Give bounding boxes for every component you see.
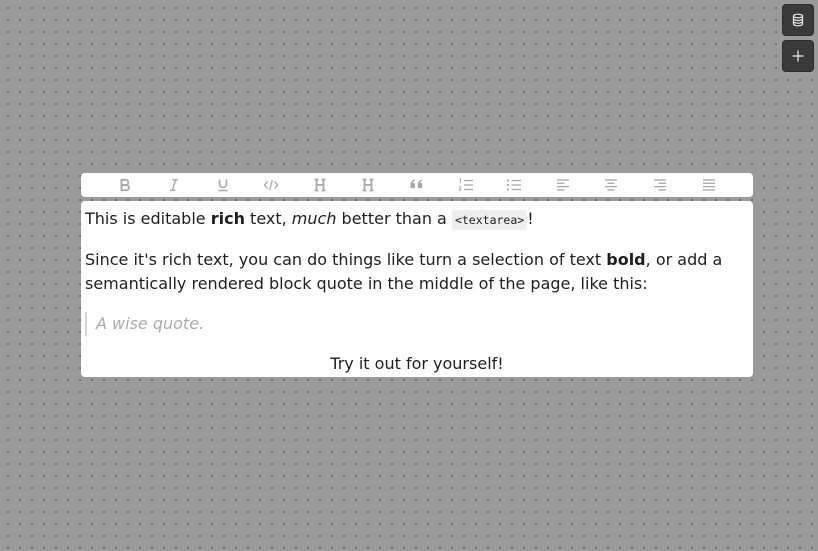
align-justify-button[interactable] <box>697 174 721 196</box>
align-center-button[interactable] <box>599 174 623 196</box>
bulleted-list-icon <box>506 178 522 192</box>
align-justify-icon <box>702 178 716 192</box>
heading-icon <box>361 178 375 192</box>
align-right-button[interactable] <box>648 174 672 196</box>
align-center-icon <box>604 178 618 192</box>
code-icon <box>263 178 279 192</box>
database-button[interactable] <box>782 4 814 36</box>
quote-icon <box>409 178 425 192</box>
text-segment: Since it's rich text, you can do things … <box>85 250 607 269</box>
heading-icon <box>313 178 327 192</box>
bold-text: bold <box>606 250 646 269</box>
formatting-toolbar <box>81 173 753 197</box>
align-left-button[interactable] <box>551 174 575 196</box>
underline-icon <box>216 178 230 192</box>
paragraph-intro: This is editable rich text, much better … <box>85 207 749 232</box>
align-right-icon <box>653 178 667 192</box>
text-segment: better than a <box>336 209 452 228</box>
italic-text: much <box>291 209 337 228</box>
heading-one-button[interactable] <box>308 174 332 196</box>
rich-text-editor[interactable]: This is editable rich text, much better … <box>81 201 753 377</box>
italic-button[interactable] <box>162 174 186 196</box>
bold-icon <box>118 178 132 192</box>
heading-two-button[interactable] <box>356 174 380 196</box>
inline-code: <textarea> <box>451 210 528 230</box>
block-quote: A wise quote. <box>85 312 749 336</box>
text-segment: text, <box>244 209 292 228</box>
code-button[interactable] <box>259 174 283 196</box>
underline-button[interactable] <box>211 174 235 196</box>
text-segment: ! <box>527 209 534 228</box>
text-segment: This is editable <box>85 209 211 228</box>
italic-icon <box>167 178 181 192</box>
align-left-icon <box>556 178 570 192</box>
plus-icon <box>791 49 805 63</box>
numbered-list-icon <box>458 178 474 192</box>
paragraph-explanation: Since it's rich text, you can do things … <box>85 248 749 296</box>
paragraph-centered: Try it out for yourself! <box>330 354 504 373</box>
block-quote-button[interactable] <box>405 174 429 196</box>
bold-text: rich <box>210 209 245 228</box>
bulleted-list-button[interactable] <box>502 174 526 196</box>
bold-button[interactable] <box>113 174 137 196</box>
database-icon <box>791 13 805 27</box>
numbered-list-button[interactable] <box>454 174 478 196</box>
add-button[interactable] <box>782 40 814 72</box>
